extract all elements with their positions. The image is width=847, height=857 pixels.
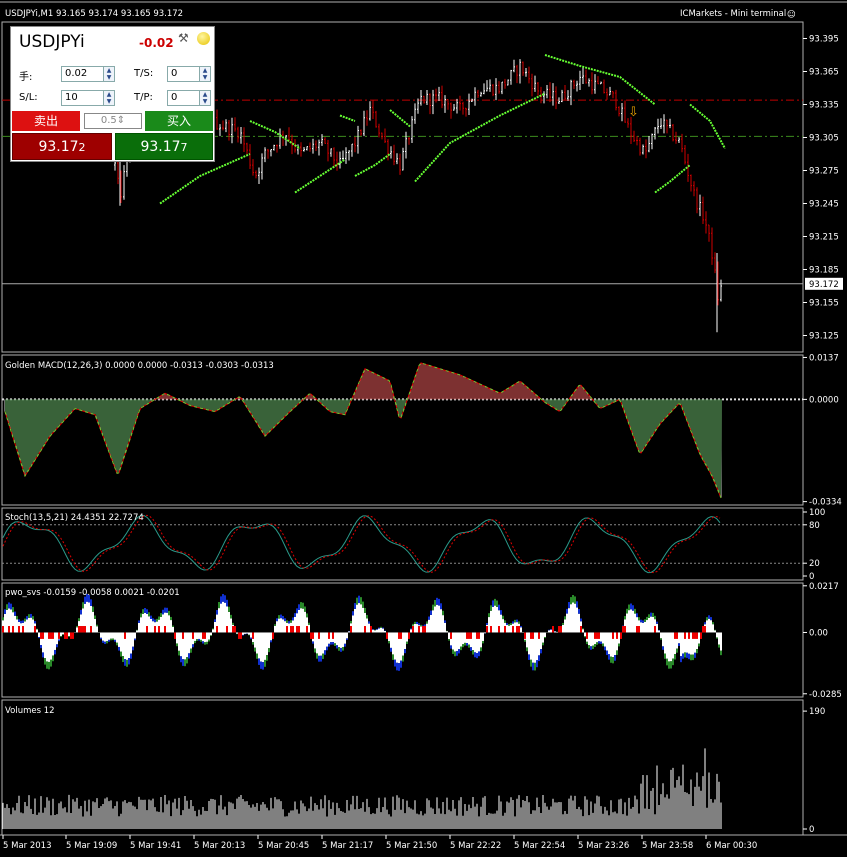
ts-spinner[interactable]: ▲ ▼: [199, 66, 211, 82]
stoch-y-tick-label: 0: [809, 572, 814, 582]
x-tick-label: 5 Mar 2013: [3, 841, 51, 851]
pwo-title: pwo_svs -0.0159 -0.0058 0.0021 -0.0201: [5, 588, 180, 598]
price-y-tick-label: 93.395: [809, 35, 839, 45]
broker-text: ICMarkets - Mini terminal: [680, 9, 786, 19]
stoch-y-tick-label: 100: [809, 508, 825, 518]
coin-icon[interactable]: [197, 32, 210, 45]
lot-input[interactable]: 0.02: [61, 66, 104, 82]
ts-label: T/S:: [134, 68, 154, 79]
macd-title: Golden MACD(12,26,3) 0.0000 0.0000 -0.03…: [5, 361, 274, 371]
volume-value: 0.5: [100, 115, 117, 126]
sell-button[interactable]: 卖出: [12, 111, 80, 131]
stoch-y-tick-label: 20: [809, 559, 820, 569]
x-tick-label: 5 Mar 20:13: [194, 841, 245, 851]
buy-price-main: 93.17: [140, 139, 181, 155]
signal-arrow-icon: ⇩: [628, 105, 639, 120]
x-tick-label: 5 Mar 21:50: [386, 841, 437, 851]
price-y-tick-label: 93.335: [809, 101, 839, 111]
pwo-y-tick-label: -0.0285: [809, 690, 842, 700]
sell-price-main: 93.17: [38, 139, 79, 155]
tp-label: T/P:: [134, 92, 153, 103]
one-click-trading-panel[interactable]: USDJPYi -0.02 ⚒ 手: 0.02 ▲ ▼ T/S: 0 ▲ ▼ S/L…: [10, 26, 215, 162]
x-tick-label: 5 Mar 22:54: [514, 841, 565, 851]
vol-y-tick-label: 190: [809, 707, 825, 717]
stoch-title: Stoch(13,5,21) 24.4351 22.7274: [5, 513, 144, 523]
x-tick-label: 6 Mar 00:30: [706, 841, 757, 851]
lot-label: 手:: [19, 72, 33, 83]
x-tick-label: 5 Mar 21:17: [322, 841, 373, 851]
macd-y-tick-label: 0.0000: [809, 395, 839, 405]
x-tick-label: 5 Mar 19:09: [66, 841, 117, 851]
price-y-tick-label: 93.215: [809, 233, 839, 243]
sell-price-button[interactable]: 93.172: [12, 133, 112, 160]
price-y-tick-label: 93.185: [809, 266, 839, 276]
vol-y-tick-label: 0: [809, 825, 814, 835]
sell-price-last: 2: [78, 141, 86, 154]
tools-icon[interactable]: ⚒: [178, 31, 192, 45]
oc-change: -0.02: [139, 36, 174, 50]
buy-price-button[interactable]: 93.177: [115, 133, 213, 160]
x-tick-label: 5 Mar 20:45: [258, 841, 309, 851]
tp-spinner[interactable]: ▲ ▼: [199, 90, 211, 106]
price-y-tick-label: 93.365: [809, 68, 839, 78]
pwo-y-tick-label: 0.00: [809, 628, 828, 638]
smiley-icon: ☺: [787, 10, 796, 20]
symbol-info-text: USDJPYi,M1 93.165 93.174 93.165 93.172: [5, 9, 183, 19]
sl-label: S/L:: [19, 92, 38, 103]
price-y-tick-label: 93.305: [809, 134, 839, 144]
current-price-label: 93.172: [809, 280, 839, 290]
macd-y-tick-label: -0.0334: [809, 498, 842, 508]
buy-price-last: 7: [180, 141, 188, 154]
price-y-tick-label: 93.245: [809, 200, 839, 210]
price-y-tick-label: 93.125: [809, 332, 839, 342]
volume-title: Volumes 12: [5, 706, 55, 716]
price-y-tick-label: 93.275: [809, 167, 839, 177]
x-tick-label: 5 Mar 23:26: [578, 841, 629, 851]
sl-input[interactable]: 10: [61, 90, 104, 106]
oc-symbol: USDJPYi: [19, 32, 85, 52]
x-tick-label: 5 Mar 23:58: [642, 841, 693, 851]
x-tick-label: 5 Mar 19:41: [130, 841, 181, 851]
sl-spinner[interactable]: ▲ ▼: [103, 90, 115, 106]
volume-stepper[interactable]: 0.5⇕: [84, 113, 142, 129]
stoch-y-tick-label: 80: [809, 521, 820, 531]
lot-spinner[interactable]: ▲ ▼: [103, 66, 115, 82]
pwo-y-tick-label: 0.0217: [809, 582, 839, 592]
price-y-tick-label: 93.155: [809, 299, 839, 309]
buy-button[interactable]: 买入: [145, 111, 213, 131]
x-tick-label: 5 Mar 22:22: [450, 841, 501, 851]
macd-y-tick-label: 0.0137: [809, 353, 839, 363]
